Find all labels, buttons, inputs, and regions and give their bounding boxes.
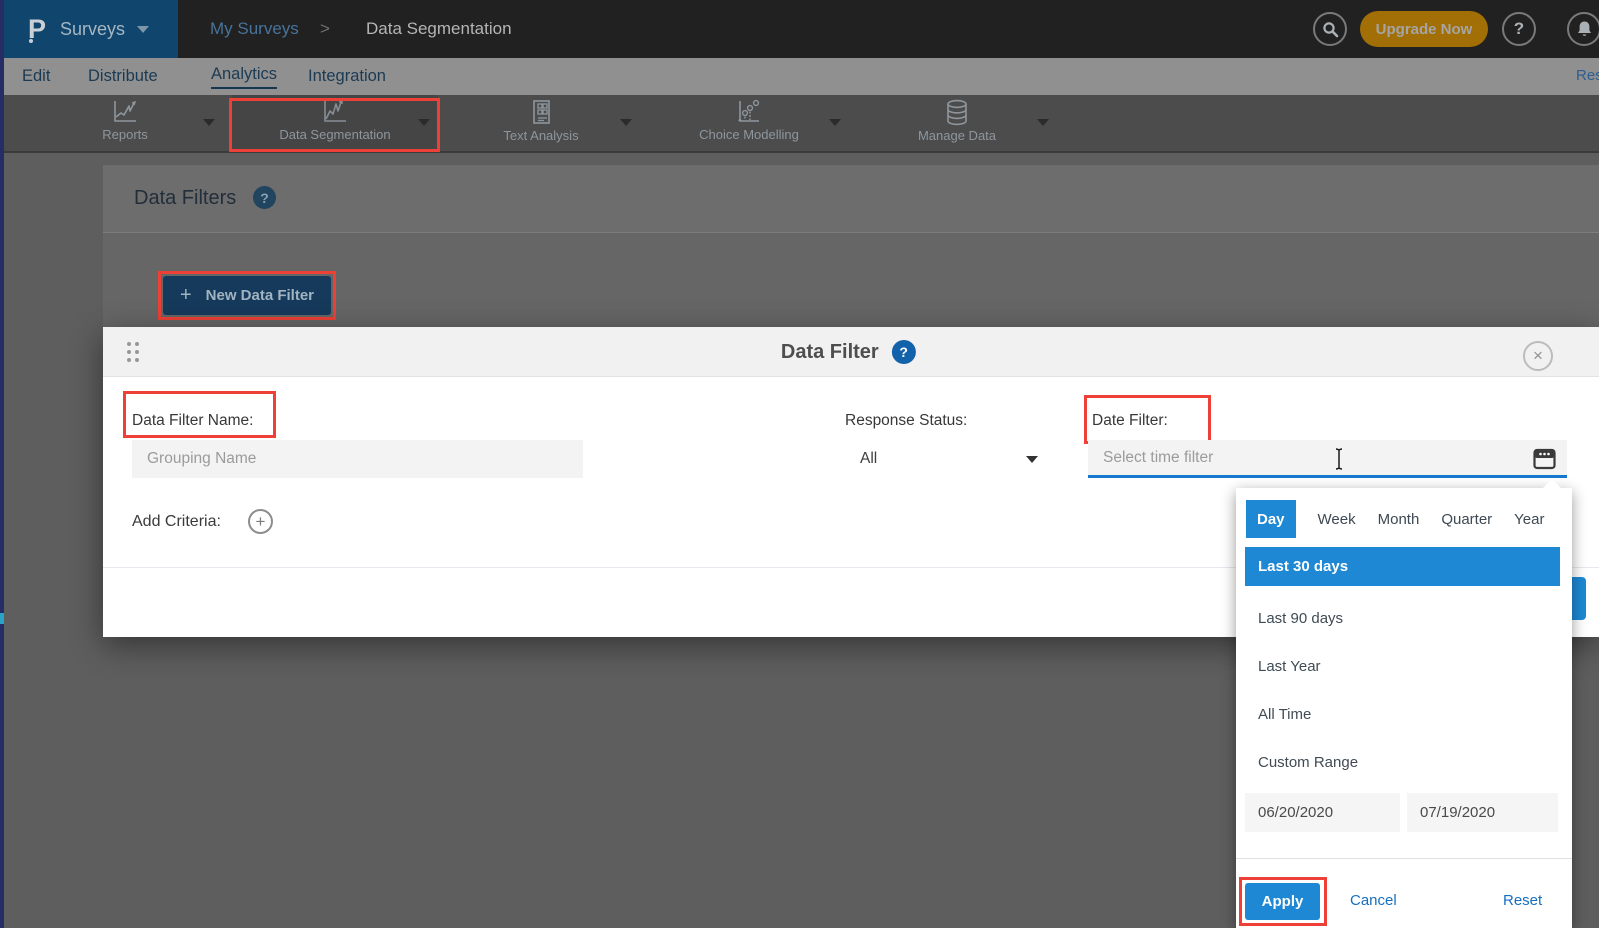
tab-distribute[interactable]: Distribute — [88, 58, 158, 95]
document-grid-icon — [528, 99, 554, 126]
questionpro-logo: P — [28, 14, 46, 45]
reports-dropdown-caret[interactable] — [203, 119, 215, 126]
left-edge-accent-teal — [0, 613, 4, 624]
tab-year[interactable]: Year — [1514, 511, 1544, 528]
plus-icon: + — [180, 284, 192, 307]
question-mark-icon: ? — [260, 190, 269, 206]
text-analysis-dropdown-caret[interactable] — [620, 119, 632, 126]
toolbar-item-data-segmentation[interactable]: Data Segmentation — [260, 99, 410, 142]
add-criteria-label: Add Criteria: — [132, 513, 221, 531]
date-filter-label: Date Filter: — [1092, 412, 1168, 430]
data-filter-name-label: Data Filter Name: — [132, 412, 253, 430]
tab-day[interactable]: Day — [1246, 500, 1296, 538]
reset-button[interactable]: Reset — [1503, 892, 1542, 909]
analytics-toolbar: Reports Data Segmentation Text Analysis — [0, 95, 1599, 153]
grouping-name-input[interactable] — [132, 440, 583, 478]
modal-header: Data Filter ? × — [103, 327, 1599, 377]
help-button[interactable]: ? — [1502, 12, 1536, 46]
option-last-30-days[interactable]: Last 30 days — [1245, 547, 1560, 586]
response-status-value: All — [860, 450, 877, 468]
nav-responses-partial[interactable]: Res — [1576, 67, 1599, 84]
toolbar-label: Data Segmentation — [279, 127, 390, 142]
plus-icon: + — [256, 512, 266, 532]
modal-title: Data Filter — [781, 341, 879, 364]
notifications-button[interactable] — [1567, 12, 1599, 46]
product-label: Surveys — [60, 19, 125, 40]
tab-integration[interactable]: Integration — [308, 58, 386, 95]
apply-button[interactable]: Apply — [1245, 883, 1320, 920]
choice-modelling-dropdown-caret[interactable] — [829, 119, 841, 126]
date-filter-popup: Day Week Month Quarter Year Last 30 days… — [1236, 488, 1572, 928]
tab-week[interactable]: Week — [1318, 511, 1356, 528]
option-all-time[interactable]: All Time — [1245, 690, 1560, 738]
data-segmentation-dropdown-caret[interactable] — [418, 119, 430, 126]
chevron-down-icon — [137, 26, 149, 33]
option-custom-range[interactable]: Custom Range — [1245, 738, 1560, 786]
add-criteria-button[interactable]: + — [248, 509, 273, 534]
search-icon — [1322, 21, 1339, 38]
text-cursor-icon — [1333, 447, 1345, 471]
breadcrumb-parent[interactable]: My Surveys — [210, 19, 299, 39]
date-filter-text-input[interactable] — [1088, 440, 1567, 475]
data-filters-panel-header: Data Filters ? — [103, 165, 1599, 233]
question-mark-icon: ? — [1514, 19, 1524, 39]
trend-chart-icon — [321, 99, 349, 125]
page-title: Data Filters — [134, 187, 236, 210]
toolbar-label: Text Analysis — [503, 128, 578, 143]
drag-handle-icon[interactable] — [127, 342, 139, 362]
toolbar-item-manage-data[interactable]: Manage Data — [882, 99, 1032, 143]
close-icon[interactable]: × — [1523, 341, 1553, 371]
manage-data-dropdown-caret[interactable] — [1037, 119, 1049, 126]
response-status-select[interactable]: All — [845, 440, 1050, 478]
toolbar-label: Choice Modelling — [699, 127, 799, 142]
breadcrumb-current: Data Segmentation — [366, 19, 512, 39]
tab-month[interactable]: Month — [1378, 511, 1420, 528]
upgrade-now-button[interactable]: Upgrade Now — [1360, 11, 1488, 47]
top-header: P Surveys My Surveys > Data Segmentation… — [0, 0, 1599, 58]
chevron-down-icon — [1026, 456, 1038, 463]
tab-quarter[interactable]: Quarter — [1441, 511, 1492, 528]
line-chart-icon — [111, 99, 139, 125]
range-start-input[interactable] — [1245, 793, 1400, 832]
option-last-year[interactable]: Last Year — [1245, 642, 1560, 690]
bell-icon — [1576, 20, 1593, 38]
response-status-label: Response Status: — [845, 412, 967, 430]
question-mark-icon: ? — [899, 344, 908, 360]
modal-help-button[interactable]: ? — [892, 340, 916, 364]
calendar-icon[interactable] — [1532, 446, 1557, 471]
tab-edit[interactable]: Edit — [22, 58, 50, 95]
popup-divider — [1236, 858, 1572, 859]
survey-nav-bar: Edit Distribute Analytics Integration Re… — [0, 58, 1599, 95]
database-icon — [944, 99, 970, 126]
window-edge-accent — [0, 0, 4, 928]
breadcrumb-separator: > — [320, 19, 330, 39]
new-data-filter-button[interactable]: + New Data Filter — [163, 276, 331, 315]
search-button[interactable] — [1313, 12, 1347, 46]
toolbar-label: Reports — [102, 127, 148, 142]
toolbar-item-reports[interactable]: Reports — [50, 99, 200, 142]
tab-analytics[interactable]: Analytics — [211, 58, 277, 95]
period-tabs: Day Week Month Quarter Year — [1246, 500, 1544, 538]
toolbar-label: Manage Data — [918, 128, 996, 143]
range-end-input[interactable] — [1407, 793, 1558, 832]
scatter-plot-icon — [735, 99, 763, 125]
data-filters-help-button[interactable]: ? — [253, 186, 276, 209]
app-logo-button[interactable]: P Surveys — [0, 0, 178, 58]
toolbar-item-choice-modelling[interactable]: Choice Modelling — [674, 99, 824, 142]
date-filter-input[interactable] — [1088, 440, 1567, 478]
cancel-button[interactable]: Cancel — [1350, 892, 1397, 909]
popup-notch — [1543, 479, 1561, 488]
option-last-90-days[interactable]: Last 90 days — [1245, 594, 1560, 642]
toolbar-item-text-analysis[interactable]: Text Analysis — [466, 99, 616, 143]
